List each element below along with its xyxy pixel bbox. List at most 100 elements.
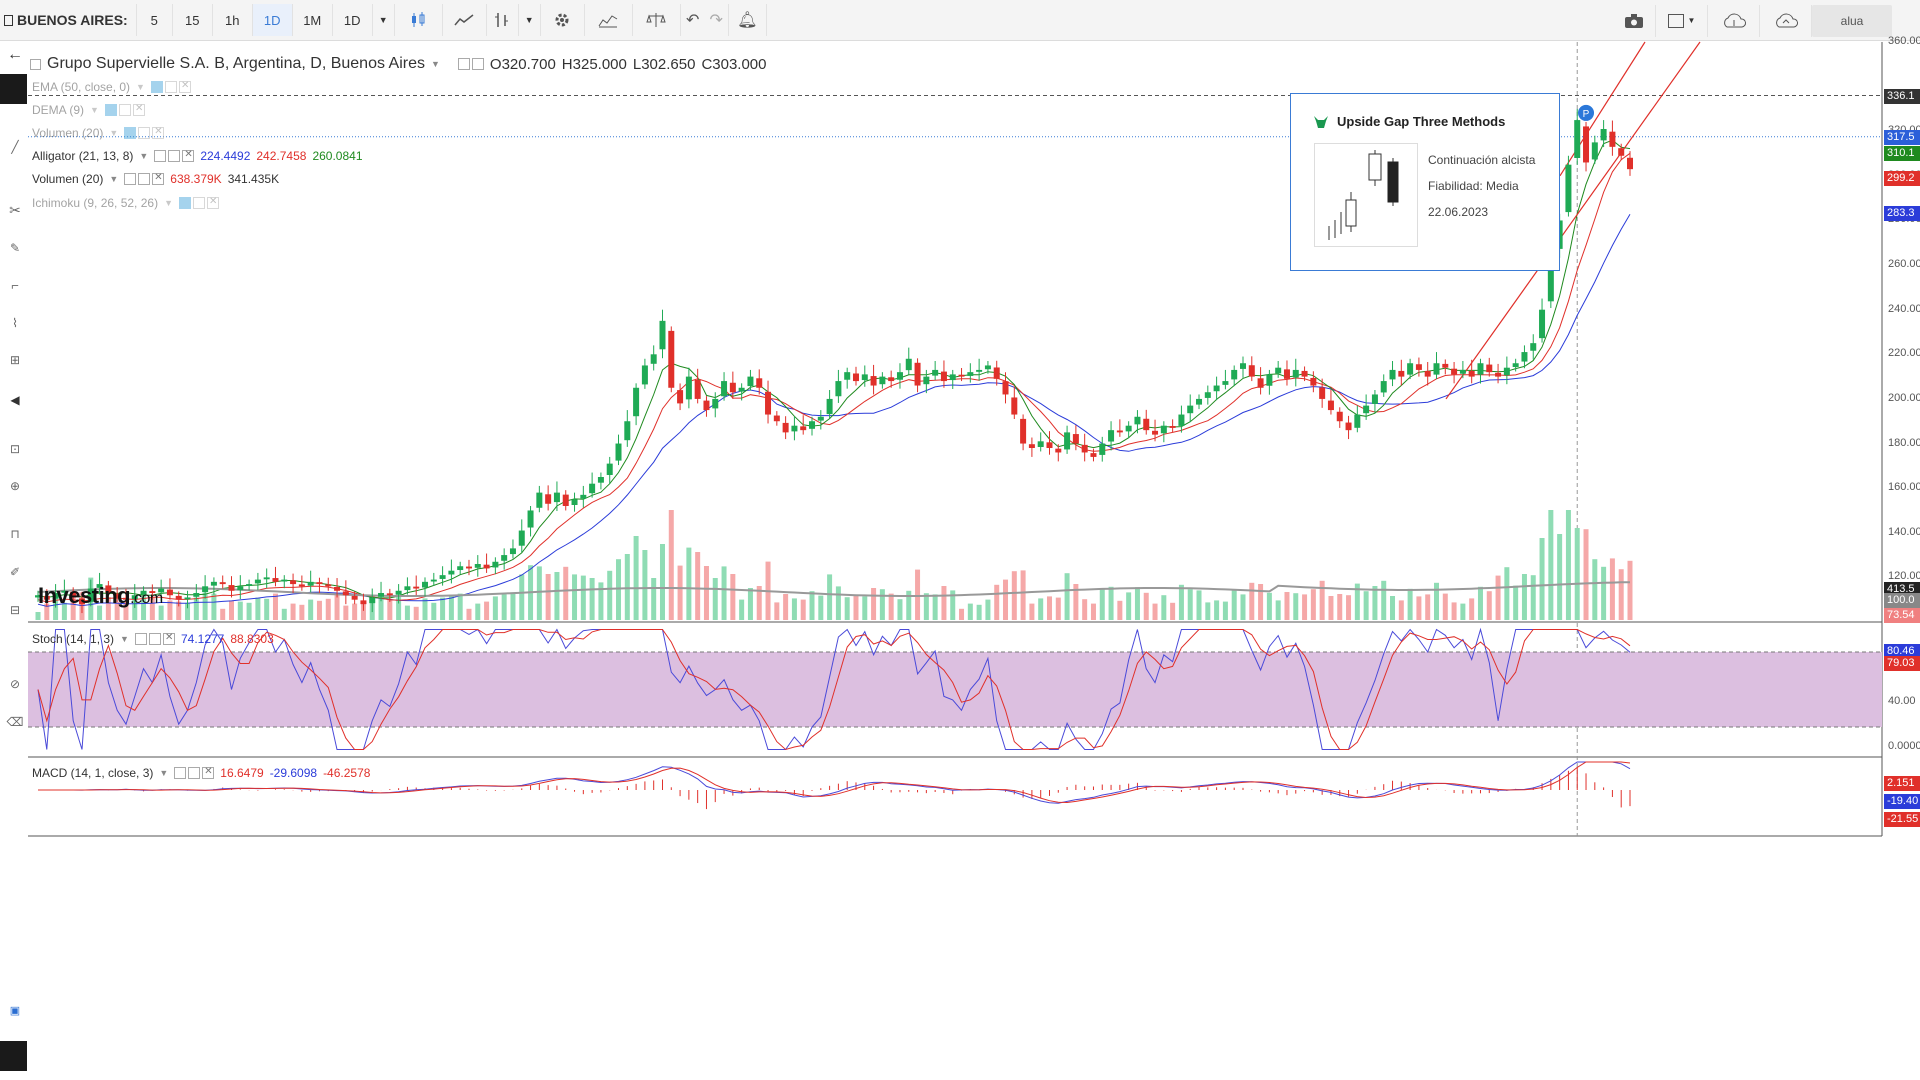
close-icon[interactable] [207, 196, 219, 209]
close-icon[interactable] [162, 632, 175, 645]
candle-body [237, 586, 244, 591]
settings-icon[interactable] [138, 173, 151, 185]
stoch-pane [28, 627, 1882, 751]
volume-bar [1205, 602, 1211, 620]
volume-bar [1495, 575, 1501, 620]
symbol-title[interactable]: Grupo Supervielle S.A. B, Argentina, D, … [47, 55, 425, 73]
volume-bar [422, 598, 428, 620]
candle-body [1231, 369, 1238, 380]
candle-body [1389, 369, 1396, 380]
price-tag: 336.1 [1884, 88, 1920, 104]
close-icon[interactable] [202, 766, 215, 779]
volume-bar [835, 586, 841, 620]
candle-body [1081, 444, 1088, 453]
candle-body [703, 400, 710, 411]
close-icon[interactable] [132, 103, 145, 116]
eye-icon[interactable] [179, 197, 191, 209]
candle-body [1539, 309, 1546, 339]
indicator-legend: EMA (50, close, 0) ▼ [32, 80, 191, 94]
candle-body [589, 483, 596, 494]
volume-bar [1126, 592, 1132, 620]
volume-bar [1231, 590, 1237, 620]
chevron-down-icon[interactable]: ▼ [120, 634, 129, 644]
eye-icon[interactable] [457, 58, 470, 70]
candle-body [1248, 365, 1255, 377]
candle-body [923, 376, 930, 385]
volume-bar [668, 510, 674, 620]
stoch-tick-label: 0.0000 [1888, 740, 1920, 752]
eye-icon[interactable] [104, 104, 117, 116]
settings-icon[interactable] [148, 633, 161, 645]
chevron-down-icon[interactable]: ▼ [136, 82, 145, 92]
eye-icon[interactable] [124, 127, 137, 139]
candle-body [1424, 370, 1431, 377]
close-icon[interactable] [152, 126, 165, 139]
eye-icon[interactable] [150, 81, 163, 93]
indicator-label[interactable]: Volumen (20) [32, 172, 103, 186]
candle-body [1354, 414, 1361, 428]
pattern-marker-label: P [1583, 109, 1590, 120]
candle-body [1363, 405, 1370, 414]
settings-icon[interactable] [471, 58, 484, 70]
stoch-label[interactable]: Stoch (14, 1, 3) [32, 632, 114, 646]
stoch-value-k: 74.1277 [180, 632, 225, 646]
volume-bar [1029, 603, 1035, 620]
volume-bar [1196, 590, 1202, 620]
chevron-down-icon[interactable]: ▼ [159, 768, 168, 778]
candle-body [1064, 432, 1071, 450]
price-tick-label: 160.00 [1888, 481, 1920, 494]
eye-icon[interactable] [174, 767, 187, 779]
settings-icon[interactable] [138, 127, 151, 139]
settings-icon[interactable] [168, 150, 181, 162]
eye-icon[interactable] [154, 150, 167, 162]
indicator-legend: Volumen (20) ▼ 638.379K 341.435K [32, 172, 279, 186]
chevron-down-icon[interactable]: ▼ [431, 59, 440, 69]
settings-icon[interactable] [164, 81, 177, 93]
candle-body [668, 330, 675, 388]
settings-icon[interactable] [188, 767, 201, 779]
candle-body [1011, 397, 1018, 415]
collapse-icon[interactable] [30, 58, 41, 70]
settings-icon[interactable] [118, 104, 131, 116]
volume-bar [1046, 596, 1052, 620]
indicator-label[interactable]: DEMA (9) [32, 103, 84, 117]
volume-bar [651, 578, 657, 620]
candle-body [809, 421, 816, 429]
eye-icon[interactable] [134, 633, 147, 645]
indicator-label[interactable]: Volumen (20) [32, 126, 103, 140]
volume-bar [1134, 587, 1140, 620]
candle-body [641, 365, 648, 385]
volume-bar [1390, 596, 1396, 620]
chevron-down-icon[interactable]: ▼ [109, 174, 118, 184]
pattern-candles-icon [1328, 150, 1399, 240]
settings-icon[interactable] [193, 197, 205, 209]
candle-body [1530, 343, 1537, 351]
chevron-down-icon[interactable]: ▼ [139, 151, 148, 161]
indicator-label[interactable]: Alligator (21, 13, 8) [32, 149, 133, 163]
volume-bar [1513, 585, 1519, 620]
logo-suffix: .com [130, 590, 163, 607]
indicator-label[interactable]: Ichimoku (9, 26, 52, 26) [32, 196, 158, 210]
close-icon[interactable] [182, 149, 195, 162]
chevron-down-icon[interactable]: ▼ [164, 198, 173, 208]
volume-bar [1266, 592, 1272, 620]
indicator-label[interactable]: EMA (50, close, 0) [32, 80, 130, 94]
volume-bar [1477, 586, 1483, 620]
chevron-down-icon[interactable]: ▼ [90, 105, 99, 115]
candle-body [896, 372, 903, 380]
volume-bar [404, 605, 410, 620]
candle-body [474, 564, 481, 568]
candle-body [307, 581, 314, 586]
volume-bar [35, 612, 41, 620]
candle-body [1160, 425, 1167, 434]
volume-bar [334, 593, 340, 620]
close-icon[interactable] [178, 80, 191, 93]
volume-bar [229, 600, 235, 620]
eye-icon[interactable] [124, 173, 137, 185]
chevron-down-icon[interactable]: ▼ [109, 128, 118, 138]
candle-body [1213, 385, 1220, 392]
close-icon[interactable] [152, 172, 165, 185]
macd-label[interactable]: MACD (14, 1, close, 3) [32, 766, 153, 780]
stoch-band [28, 652, 1882, 727]
volume-bar [976, 604, 982, 620]
